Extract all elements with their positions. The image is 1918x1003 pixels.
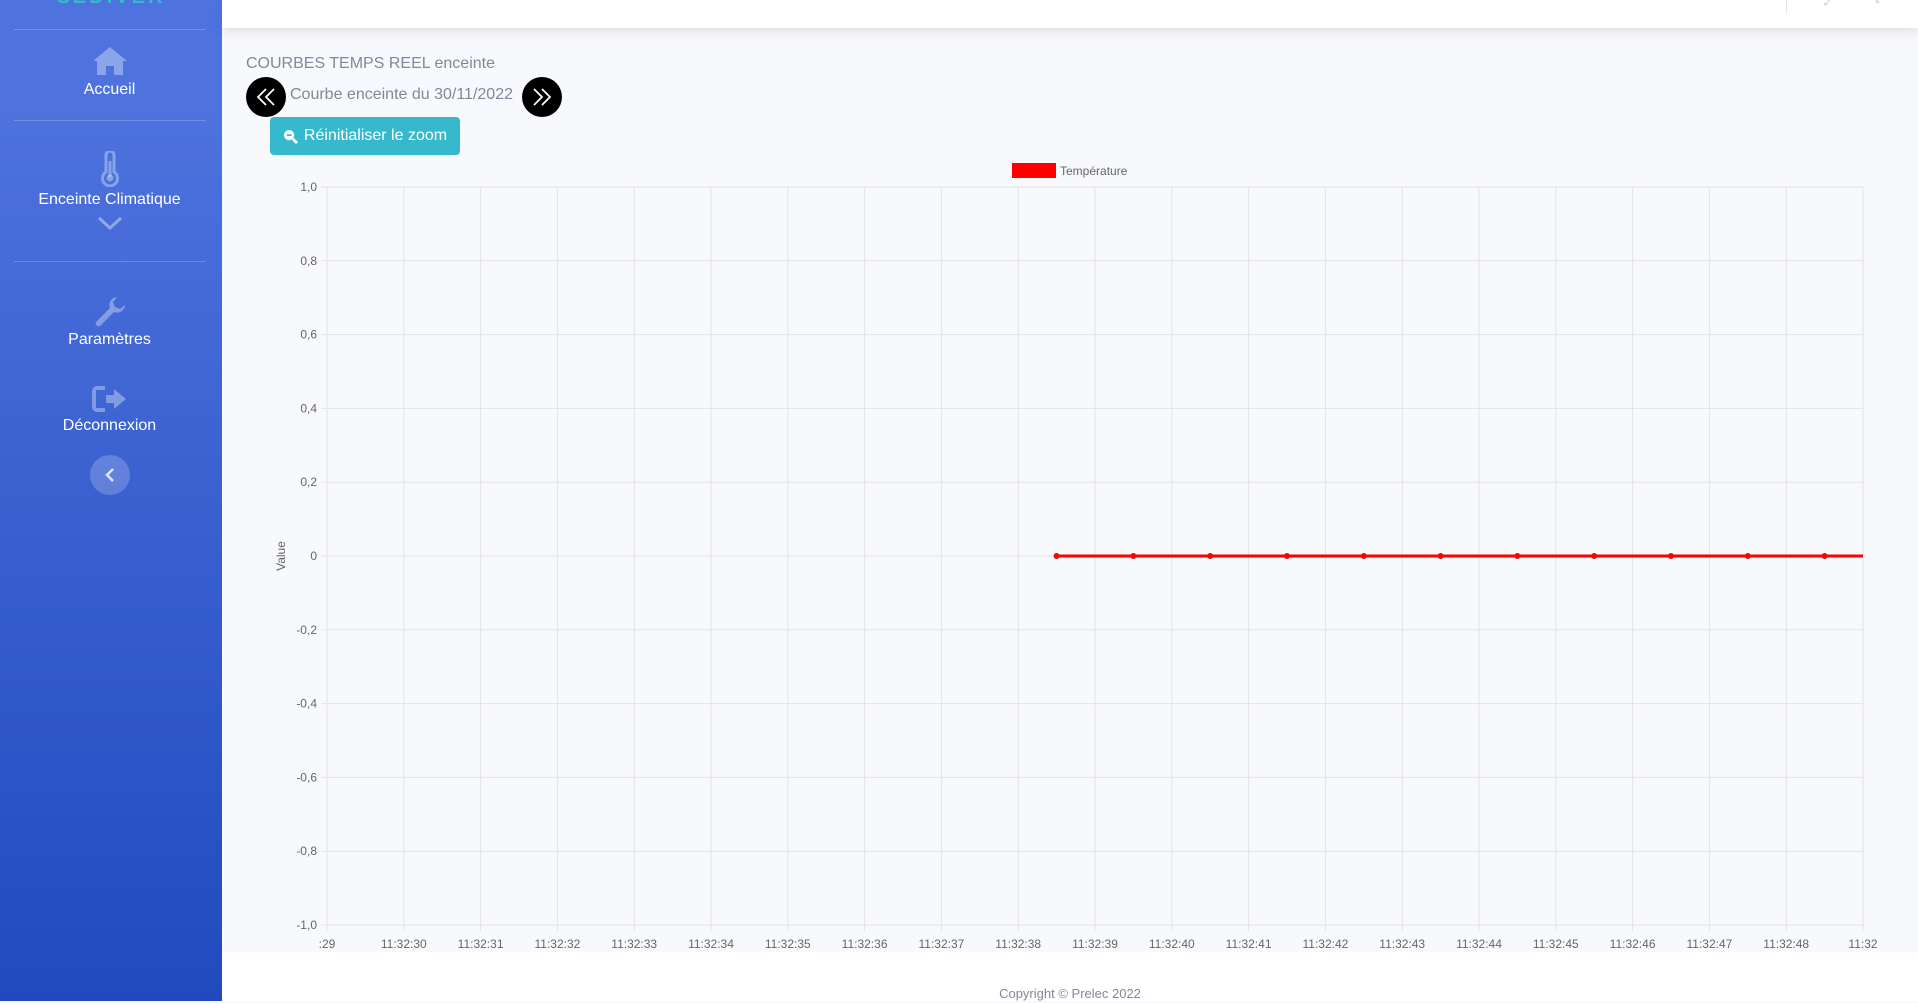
- data-point[interactable]: [1821, 553, 1828, 559]
- x-tick-label: 11:32:34: [688, 937, 734, 951]
- y-tick-label: -0,4: [296, 697, 317, 711]
- x-tick-label: :29: [319, 937, 336, 951]
- data-point[interactable]: [1591, 553, 1598, 559]
- x-tick-label: 11:32:40: [1149, 937, 1195, 951]
- line-chart[interactable]: 1,0 0,8 0,6 0,4 0,2 0 -0,2 -0,4 -0,6 -0,8 -1,0:29 1…: [0, 0, 1918, 952]
- x-tick-label: 11:32:41: [1226, 937, 1272, 951]
- x-tick-label: 11:32:47: [1686, 937, 1732, 951]
- data-point[interactable]: [1284, 553, 1290, 559]
- footer: Copyright © Prelec 2022: [222, 952, 1918, 1001]
- x-tick-label: 11:32:39: [1072, 937, 1118, 951]
- legend-label[interactable]: Température: [1060, 164, 1128, 178]
- data-point[interactable]: [1130, 553, 1137, 559]
- data-point[interactable]: [1514, 553, 1521, 559]
- x-tick-label: 11:32:48: [1763, 937, 1809, 951]
- y-tick-label: -0,2: [296, 623, 317, 637]
- x-tick-label: 11:32:32: [534, 937, 580, 951]
- y-tick-label: 0,2: [300, 475, 317, 489]
- data-point[interactable]: [1744, 553, 1751, 559]
- x-tick-label: 11:32:35: [765, 937, 811, 951]
- x-tick-label: 11:32:36: [842, 937, 888, 951]
- y-axis-label: Value: [274, 541, 288, 571]
- data-point[interactable]: [1360, 553, 1367, 559]
- x-tick-label: 11:32:37: [918, 937, 964, 951]
- x-tick-label: 11:32:43: [1379, 937, 1425, 951]
- y-tick-label: -0,8: [296, 844, 317, 858]
- x-tick-label: 11:32:44: [1456, 937, 1502, 951]
- x-tick-label: 11:32:33: [611, 937, 657, 951]
- x-tick-label: 11:32:38: [995, 937, 1041, 951]
- x-tick-label: 11:32:46: [1610, 937, 1656, 951]
- x-tick-label: 11:32:31: [458, 937, 504, 951]
- y-tick-label: 1,0: [300, 180, 317, 194]
- data-point[interactable]: [1437, 553, 1444, 559]
- y-tick-label: 0,4: [300, 401, 317, 415]
- y-tick-label: 0: [310, 549, 317, 563]
- x-tick-label: 11:32:30: [381, 937, 427, 951]
- x-tick-label: 11:32:42: [1302, 937, 1348, 951]
- x-tick-label: 11:32: [1848, 937, 1877, 951]
- data-point[interactable]: [1207, 553, 1214, 559]
- copyright-text: Copyright © Prelec 2022: [999, 986, 1141, 1001]
- y-tick-label: -0,6: [296, 770, 317, 784]
- y-tick-label: -1,0: [296, 918, 317, 932]
- data-point[interactable]: [1053, 553, 1060, 559]
- y-tick-label: 0,8: [300, 254, 317, 268]
- x-tick-label: 11:32:45: [1533, 937, 1579, 951]
- y-tick-label: 0,6: [300, 328, 317, 342]
- legend-swatch[interactable]: [1012, 163, 1056, 178]
- data-point[interactable]: [1668, 553, 1674, 559]
